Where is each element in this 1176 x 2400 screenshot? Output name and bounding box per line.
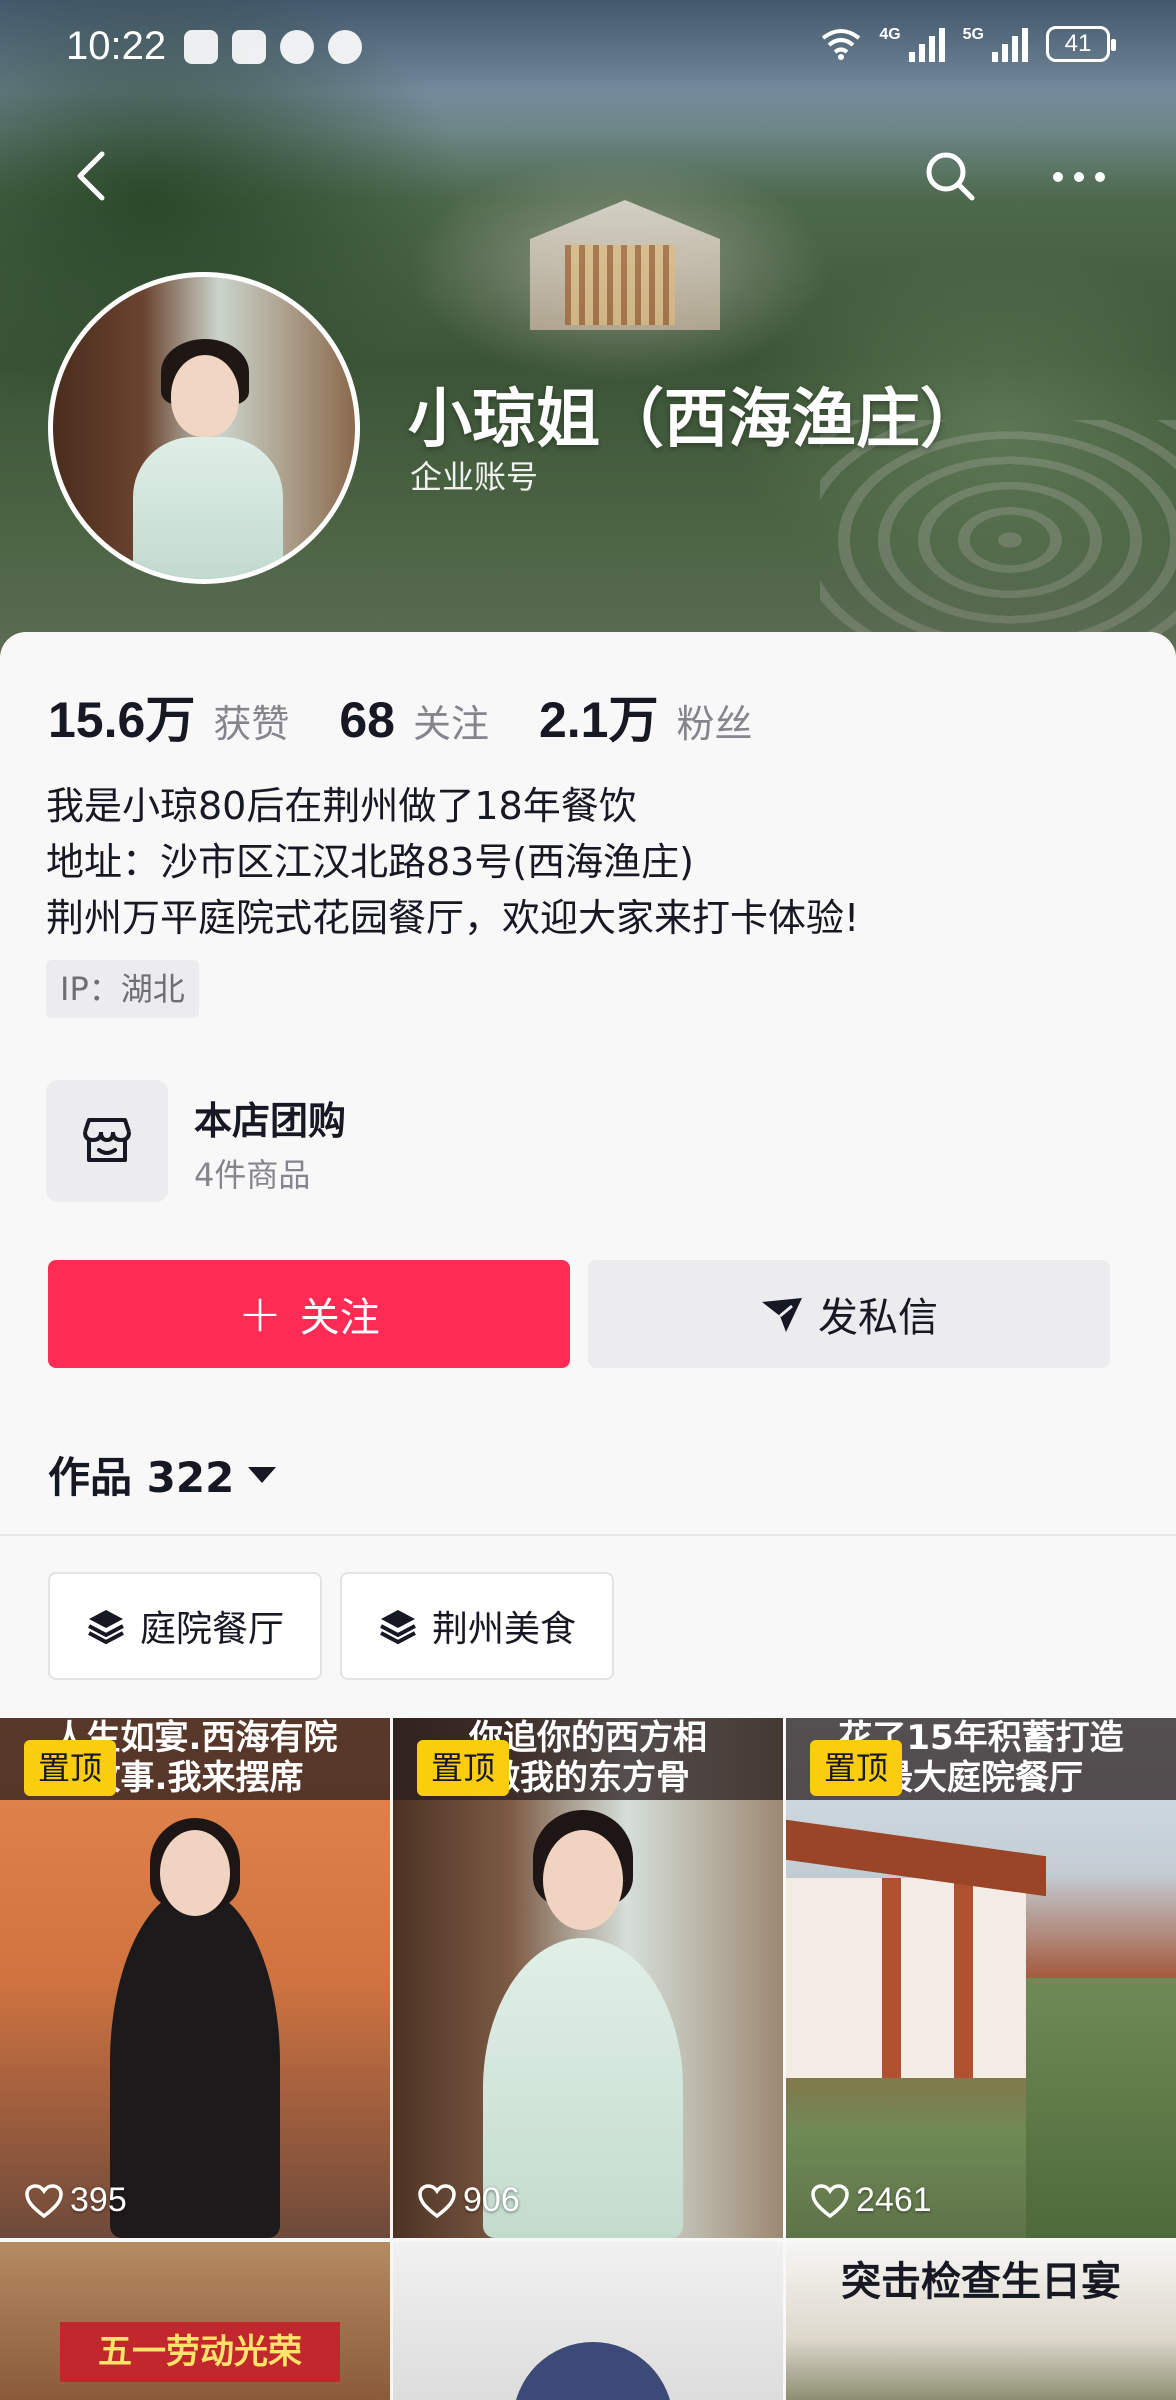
- heart-outline-icon: [418, 2183, 456, 2218]
- follow-button[interactable]: + 关注: [48, 1260, 570, 1368]
- heart-outline-icon: [811, 2183, 849, 2218]
- collection-chip[interactable]: 荆州美食: [340, 1572, 615, 1680]
- profile-name: 小琼姐（西海渔庄）: [408, 383, 984, 457]
- works-tab[interactable]: 作品 322: [48, 1444, 277, 1505]
- layers-icon: [88, 1610, 124, 1645]
- dropdown-triangle-icon: [248, 1466, 277, 1483]
- video-tile[interactable]: 你追你的西方相 做我的东方骨 置顶 906: [393, 1718, 783, 2238]
- video-tile[interactable]: 人生如宴.西海有院 故事.我来摆席 置顶 395: [0, 1718, 390, 2238]
- plus-icon: +: [238, 1284, 282, 1344]
- video-tile[interactable]: 突击检查生日宴: [786, 2242, 1176, 2400]
- send-plane-icon: [762, 1298, 802, 1332]
- avatar[interactable]: [48, 272, 360, 584]
- network-4g-label: 4G: [879, 26, 901, 43]
- works-tab-label: 作品 322: [48, 1453, 235, 1502]
- video-like-count: 395: [24, 2181, 127, 2220]
- search-button[interactable]: [920, 146, 980, 206]
- battery-icon: 41: [1046, 26, 1116, 62]
- status-time: 10:22: [66, 24, 167, 68]
- pinned-badge: 置顶: [24, 1740, 117, 1796]
- app-notification-icon: [184, 30, 218, 64]
- account-type-label: 企业账号: [410, 458, 539, 496]
- video-caption: 五一劳动光荣: [60, 2322, 340, 2382]
- search-icon: [926, 152, 975, 201]
- network-5g-label: 5G: [962, 26, 984, 43]
- video-like-count: 906: [417, 2181, 520, 2220]
- follow-label: 关注: [299, 1295, 380, 1341]
- video-tile[interactable]: 花了15年积蓄打造 最大庭院餐厅 置顶 2461: [786, 1718, 1176, 2238]
- shop-item-count: 4件商品: [194, 1156, 311, 1194]
- heart-outline-icon: [25, 2183, 63, 2218]
- video-like-count: 2461: [810, 2181, 932, 2220]
- stat-likes[interactable]: 15.6万 获赞: [48, 680, 289, 752]
- back-arrow-icon: [77, 151, 105, 201]
- pinned-badge: 置顶: [417, 1740, 510, 1796]
- shop-title: 本店团购: [194, 1099, 347, 1143]
- notification-icons: [184, 30, 362, 64]
- shop-icon: [46, 1080, 168, 1202]
- signal-5g-icon: [992, 26, 1028, 62]
- video-tile[interactable]: 五一劳动光荣: [0, 2242, 390, 2400]
- back-button[interactable]: [66, 146, 120, 206]
- group-buy-shop-entry[interactable]: 本店团购 4件商品: [46, 1080, 846, 1204]
- more-icon: [1053, 172, 1105, 182]
- layers-icon: [380, 1610, 416, 1645]
- ip-location-tag: IP：湖北: [46, 960, 199, 1018]
- bio-line: 荆州万平庭院式花园餐厅，欢迎大家来打卡体验!: [46, 896, 860, 940]
- collection-chip[interactable]: 庭院餐厅: [48, 1572, 323, 1680]
- stat-following[interactable]: 68 关注: [339, 691, 489, 749]
- profile-bio: 我是小琼80后在荆州做了18年餐饮 地址：沙市区江汉北路83号(西海渔庄) 荆州…: [46, 778, 859, 946]
- send-message-button[interactable]: 发私信: [588, 1260, 1110, 1368]
- video-tile[interactable]: [393, 2242, 783, 2400]
- wifi-icon: [822, 29, 861, 60]
- alarm-icon: [280, 30, 314, 64]
- send-message-label: 发私信: [818, 1295, 938, 1341]
- video-grid: 人生如宴.西海有院 故事.我来摆席 置顶 395 你追你的西方相 做我的东方骨 …: [0, 1718, 1176, 2400]
- bio-line: 我是小琼80后在荆州做了18年餐饮: [46, 784, 637, 828]
- video-caption: 突击检查生日宴: [841, 2259, 1121, 2305]
- profile-stats: 15.6万 获赞 68 关注 2.1万 粉丝: [48, 680, 803, 752]
- divider: [0, 1534, 1176, 1536]
- status-right-icons: 4G 5G 41: [821, 26, 1116, 62]
- location-icon: [328, 30, 362, 64]
- app-notification-icon: [232, 30, 266, 64]
- more-options-button[interactable]: [1044, 150, 1114, 204]
- signal-4g-icon: [908, 26, 945, 62]
- status-bar: 10:22 4G 5G 41: [0, 0, 1176, 100]
- pinned-badge: 置顶: [810, 1740, 903, 1796]
- collection-chips: 庭院餐厅 荆州美食: [48, 1572, 615, 1680]
- stat-followers[interactable]: 2.1万 粉丝: [539, 680, 753, 752]
- bio-line: 地址：沙市区江汉北路83号(西海渔庄): [46, 840, 695, 884]
- battery-level: 41: [1064, 30, 1092, 57]
